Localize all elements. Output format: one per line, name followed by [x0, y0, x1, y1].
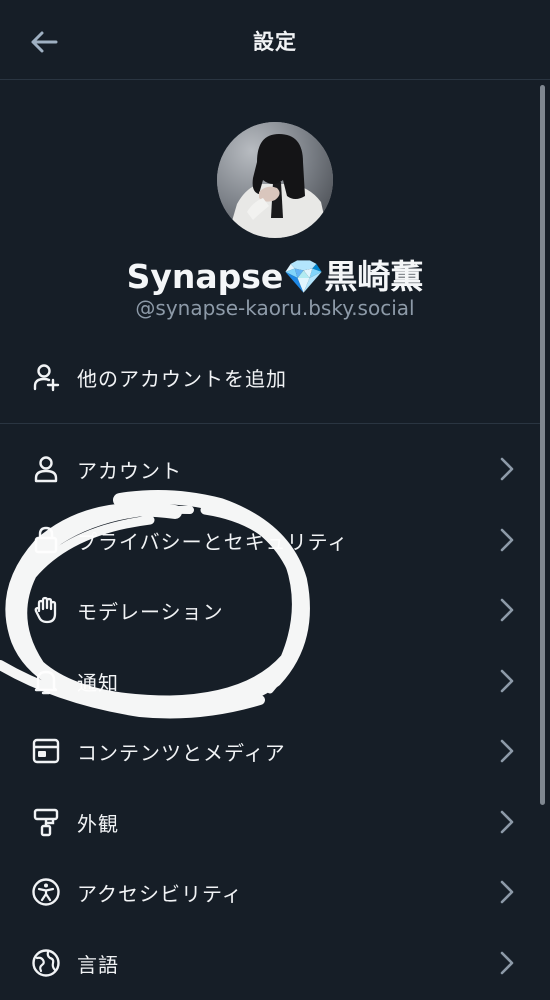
menu-item-content-media[interactable]: コンテンツとメディア: [0, 719, 540, 783]
bell-icon: [30, 665, 62, 697]
scrollbar[interactable]: [540, 85, 545, 805]
menu-item-language[interactable]: 言語: [0, 931, 540, 995]
chevron-right-icon: [500, 669, 514, 693]
user-handle: @synapse-kaoru.bsky.social: [135, 296, 415, 320]
chevron-right-icon: [500, 739, 514, 763]
add-account-label: 他のアカウントを追加: [77, 366, 287, 391]
lock-icon: [30, 524, 62, 556]
page-title: 設定: [253, 30, 297, 54]
menu-item-label: アカウント: [77, 458, 182, 483]
chevron-right-icon: [500, 880, 514, 904]
menu-item-label: モデレーション: [77, 599, 224, 624]
person-icon: [30, 453, 62, 485]
paint-roller-icon: [30, 806, 62, 838]
person-add-icon: [30, 361, 62, 393]
menu-item-appearance[interactable]: 外観: [0, 790, 540, 854]
chevron-right-icon: [500, 951, 514, 975]
chevron-right-icon: [500, 598, 514, 622]
avatar[interactable]: [217, 122, 333, 238]
accessibility-icon: [30, 876, 62, 908]
display-name: Synapse💎黒崎薫: [126, 257, 424, 296]
globe-icon: [30, 947, 62, 979]
divider: [0, 423, 540, 424]
chevron-right-icon: [500, 810, 514, 834]
avatar-image: [217, 122, 333, 238]
menu-item-label: 通知: [77, 670, 119, 695]
header: 設定: [0, 0, 550, 80]
menu-item-moderation[interactable]: モデレーション: [0, 578, 540, 642]
menu-item-label: プライバシーとセキュリティ: [77, 529, 349, 554]
settings-screen: 設定 Synapse💎黒崎薫 @synapse-kaoru.bsky.socia…: [0, 0, 550, 1000]
window-icon: [30, 735, 62, 767]
menu-item-accessibility[interactable]: アクセシビリティ: [0, 860, 540, 924]
add-account-button[interactable]: 他のアカウントを追加: [0, 345, 540, 409]
hand-icon: [30, 594, 62, 626]
chevron-right-icon: [500, 457, 514, 481]
menu-item-notifications[interactable]: 通知: [0, 649, 540, 713]
menu-item-label: コンテンツとメディア: [77, 740, 286, 765]
menu-item-label: アクセシビリティ: [77, 881, 243, 906]
chevron-right-icon: [500, 528, 514, 552]
menu-item-privacy-security[interactable]: プライバシーとセキュリティ: [0, 508, 540, 572]
menu-item-label: 言語: [77, 952, 119, 977]
menu-item-account[interactable]: アカウント: [0, 437, 540, 501]
menu-item-label: 外観: [77, 811, 119, 836]
